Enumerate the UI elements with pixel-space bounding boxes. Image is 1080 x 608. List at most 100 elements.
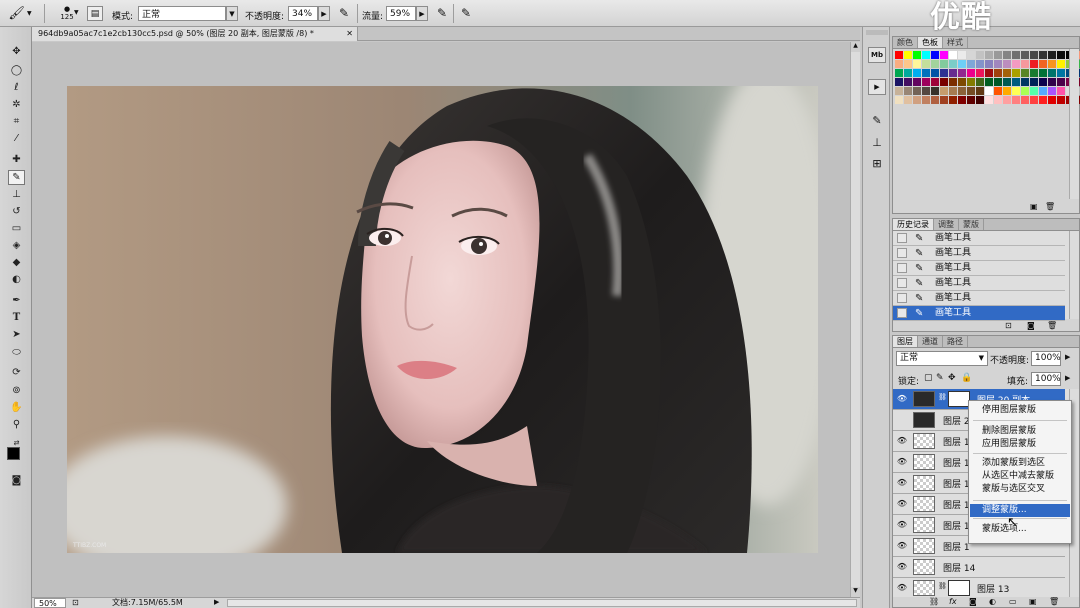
brush-panel-toggle-button[interactable]: ▤ [87,6,103,21]
color-swatch[interactable] [931,87,939,95]
color-swatch[interactable] [922,96,930,104]
history-brush-source-checkbox[interactable] [897,248,907,258]
color-swatch[interactable] [1030,78,1038,86]
tool-presets-icon[interactable]: ⊞ [868,155,886,171]
color-swatch[interactable] [994,69,1002,77]
move-tool-icon[interactable]: ✥ [8,44,25,59]
tab-swatches[interactable]: 色板 [918,37,943,48]
color-swatch[interactable] [958,60,966,68]
color-swatch[interactable] [922,78,930,86]
color-swatch[interactable] [895,51,903,59]
context-menu-item[interactable]: 删除图层蒙版 [970,425,1070,438]
quick-mask-icon[interactable]: ◙ [8,473,25,488]
color-swatch[interactable] [1048,51,1056,59]
layer-visibility-eye-icon[interactable] [896,415,908,425]
color-swatch[interactable] [985,96,993,104]
color-swatch[interactable] [1003,96,1011,104]
history-brush-source-checkbox[interactable] [897,308,907,318]
3d-rotate-tool-icon[interactable]: ⟳ [8,365,25,380]
layer-thumbnail[interactable] [913,412,935,428]
layer-blend-mode-select[interactable]: 正常 ▼ [896,351,988,366]
color-swatch[interactable] [985,69,993,77]
new-group-icon[interactable]: ▭ [1009,597,1017,606]
dodge-tool-icon[interactable]: ◐ [8,272,25,287]
color-swatch[interactable] [967,87,975,95]
color-swatch[interactable] [1021,96,1029,104]
add-mask-icon[interactable]: ◙ [969,597,977,606]
color-swatch[interactable] [958,78,966,86]
pen-tool-icon[interactable]: ✒ [8,293,25,308]
color-swatch[interactable] [1039,69,1047,77]
color-swatch[interactable] [976,96,984,104]
color-swatch[interactable] [931,78,939,86]
color-swatch[interactable] [1030,60,1038,68]
color-swatch[interactable] [1003,87,1011,95]
tab-color[interactable]: 颜色 [893,37,918,48]
color-swatch[interactable] [985,78,993,86]
color-swatch[interactable] [1057,60,1065,68]
delete-state-icon[interactable]: 🗑 [1047,321,1057,330]
tablet-pressure-button[interactable]: ✎ [458,4,474,22]
color-swatch[interactable] [1048,78,1056,86]
crop-tool-icon[interactable]: ⌗ [8,114,25,129]
history-state[interactable]: ✎ 画笔工具 [893,261,1065,276]
opacity-input[interactable]: 34% [288,6,318,21]
color-swatch[interactable] [1021,51,1029,59]
color-swatch[interactable] [949,51,957,59]
color-swatch[interactable] [922,51,930,59]
layer-visibility-eye-icon[interactable]: 👁 [896,436,908,446]
color-swatch[interactable] [1057,87,1065,95]
color-swatch[interactable] [1003,69,1011,77]
color-swatch[interactable] [940,78,948,86]
lock-position-icon[interactable]: ✥ [948,373,956,383]
color-swatch[interactable] [1012,87,1020,95]
shape-tool-icon[interactable]: ⬭ [8,345,25,360]
layer-visibility-eye-icon[interactable]: 👁 [896,499,908,509]
delete-layer-icon[interactable]: 🗑 [1049,597,1059,606]
brush-tool-preset-picker[interactable]: 🖌 ▼ [6,4,34,22]
swatches-scrollbar[interactable] [1069,49,1079,199]
new-layer-icon[interactable]: ▣ [1029,597,1037,606]
color-swatch[interactable] [1057,69,1065,77]
tab-adjustments[interactable]: 调整 [934,219,959,230]
layer-thumbnail[interactable] [913,559,935,575]
close-icon[interactable]: ✕ [346,27,353,41]
color-swatch[interactable] [922,69,930,77]
flow-slider-button[interactable]: ▶ [416,6,428,21]
tab-layers[interactable]: 图层 [893,336,918,347]
clone-stamp-tool-icon[interactable]: ⊥ [8,187,25,202]
path-selection-tool-icon[interactable]: ➤ [8,327,25,342]
color-swatch[interactable] [913,78,921,86]
history-brush-tool-icon[interactable]: ↺ [8,204,25,219]
vertical-scrollbar[interactable]: ▲ ▼ [850,42,860,597]
layer-thumbnail[interactable] [913,475,935,491]
color-swatch[interactable] [1057,78,1065,86]
eyedropper-tool-icon[interactable]: ⁄ [8,131,25,146]
layer-visibility-eye-icon[interactable]: 👁 [896,583,908,593]
layer-row[interactable]: 👁 ⛓ 图层 13 [893,578,1065,597]
color-swatch[interactable] [940,60,948,68]
color-swatch[interactable] [967,69,975,77]
mask-link-icon[interactable]: ⛓ [938,582,947,590]
context-menu-item[interactable]: 停用图层蒙版 [970,404,1070,417]
color-swatch[interactable] [895,96,903,104]
canvas-image[interactable]: TTIBZ.COM [67,86,818,553]
color-swatch[interactable] [976,60,984,68]
color-swatch[interactable] [1021,69,1029,77]
layer-thumbnail[interactable] [913,496,935,512]
color-swatch[interactable] [967,51,975,59]
marquee-tool-icon[interactable]: ◯ [8,63,25,78]
color-swatch[interactable] [922,87,930,95]
blend-mode-select[interactable]: 正常 [138,6,226,21]
color-swatch[interactable] [1030,87,1038,95]
airbrush-pressure-button[interactable]: ✎ [336,4,352,22]
color-swatch[interactable] [895,69,903,77]
delete-swatch-icon[interactable]: 🗑 [1045,202,1055,211]
history-brush-source-checkbox[interactable] [897,278,907,288]
color-swatch[interactable] [958,69,966,77]
airbrush-button[interactable]: ✎ [434,4,450,22]
3d-orbit-tool-icon[interactable]: ⊚ [8,383,25,398]
color-swatch[interactable] [1003,78,1011,86]
color-swatch[interactable] [1048,96,1056,104]
layer-mask-thumbnail[interactable] [948,580,970,596]
